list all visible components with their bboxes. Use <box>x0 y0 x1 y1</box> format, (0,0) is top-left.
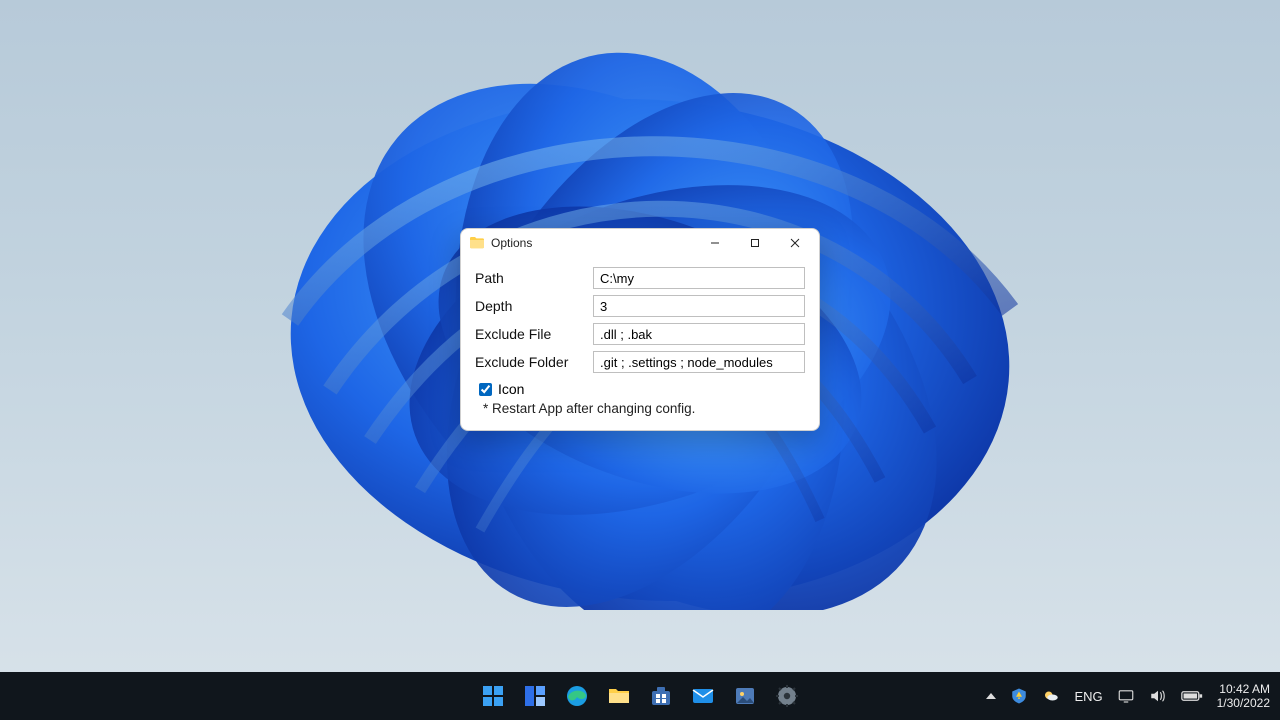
language-indicator[interactable]: ENG <box>1074 689 1102 704</box>
taskbar: ENG 10:42 AM 1/30/2022 <box>0 672 1280 720</box>
store-icon[interactable] <box>647 682 675 710</box>
security-warning-icon[interactable] <box>1010 687 1028 705</box>
minimize-button[interactable] <box>695 231 735 255</box>
network-icon[interactable] <box>1117 688 1135 704</box>
path-label: Path <box>475 270 593 286</box>
exclude-folder-input[interactable] <box>593 351 805 373</box>
system-tray: ENG 10:42 AM 1/30/2022 <box>986 682 1270 711</box>
mail-icon[interactable] <box>689 682 717 710</box>
folder-icon <box>469 235 485 251</box>
maximize-button[interactable] <box>735 231 775 255</box>
titlebar[interactable]: Options <box>461 229 819 257</box>
close-button[interactable] <box>775 231 815 255</box>
exclude-file-input[interactable] <box>593 323 805 345</box>
clock-date: 1/30/2022 <box>1217 696 1270 710</box>
edge-icon[interactable] <box>563 682 591 710</box>
exclude-folder-label: Exclude Folder <box>475 354 593 370</box>
path-input[interactable] <box>593 267 805 289</box>
restart-note: * Restart App after changing config. <box>475 401 805 416</box>
depth-label: Depth <box>475 298 593 314</box>
settings-icon[interactable] <box>773 682 801 710</box>
photos-icon[interactable] <box>731 682 759 710</box>
taskbar-center <box>479 682 801 710</box>
clock-time: 10:42 AM <box>1217 682 1270 696</box>
volume-icon[interactable] <box>1149 688 1167 704</box>
widgets-icon[interactable] <box>521 682 549 710</box>
battery-icon[interactable] <box>1181 689 1203 703</box>
icon-checkbox[interactable] <box>479 383 492 396</box>
explorer-icon[interactable] <box>605 682 633 710</box>
exclude-file-label: Exclude File <box>475 326 593 342</box>
options-dialog: Options Path Depth Exclude File Exclude … <box>460 228 820 431</box>
overflow-chevron-icon[interactable] <box>986 693 996 699</box>
window-title: Options <box>491 236 532 250</box>
clock[interactable]: 10:42 AM 1/30/2022 <box>1217 682 1270 711</box>
start-icon[interactable] <box>479 682 507 710</box>
depth-input[interactable] <box>593 295 805 317</box>
weather-icon[interactable] <box>1042 687 1060 705</box>
icon-checkbox-label[interactable]: Icon <box>498 381 524 397</box>
